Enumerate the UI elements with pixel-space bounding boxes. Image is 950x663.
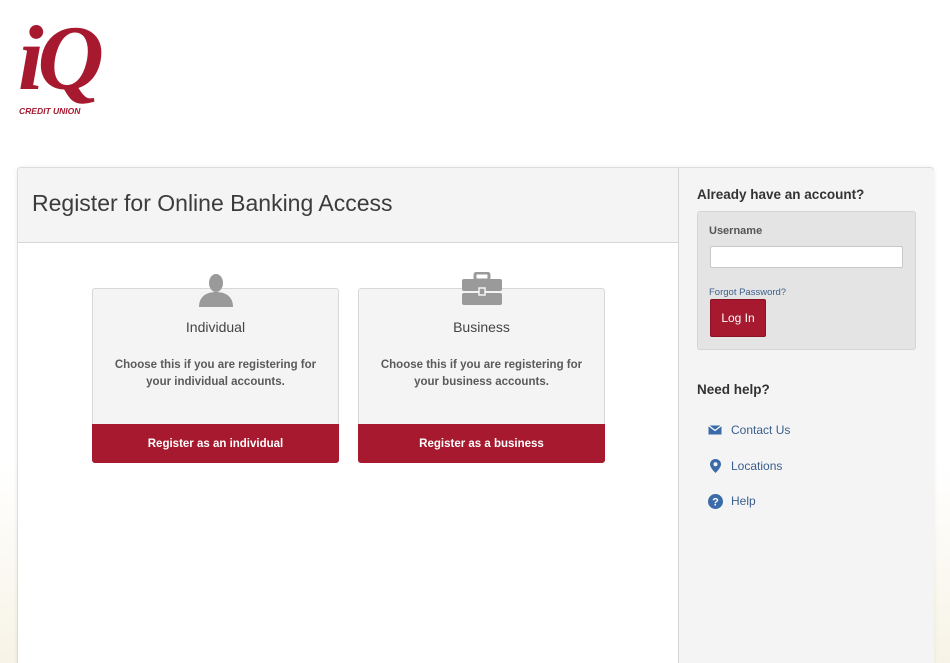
registration-header: Register for Online Banking Access <box>18 168 678 243</box>
register-business-button[interactable]: Register as a business <box>358 424 605 463</box>
locations-label: Locations <box>731 459 783 473</box>
help-link[interactable]: ? Help <box>707 493 756 509</box>
register-individual-button[interactable]: Register as an individual <box>92 424 339 463</box>
business-option-card: Business Choose this if you are register… <box>358 271 605 463</box>
login-button[interactable]: Log In <box>710 299 766 337</box>
briefcase-icon <box>461 271 503 311</box>
option-title: Business <box>453 319 510 335</box>
registration-main: Register for Online Banking Access Indiv… <box>18 168 678 663</box>
iq-credit-union-logo[interactable]: iQ CREDIT UNION <box>18 12 138 118</box>
option-title: Individual <box>185 319 246 335</box>
help-heading: Need help? <box>697 382 770 397</box>
forgot-password-link[interactable]: Forgot Password? <box>709 287 786 298</box>
help-label: Help <box>731 494 756 508</box>
contact-us-label: Contact Us <box>731 423 791 437</box>
person-icon <box>197 272 235 313</box>
contact-us-link[interactable]: Contact Us <box>707 422 790 438</box>
logo-mark: iQ <box>18 7 104 109</box>
map-pin-icon <box>707 458 723 474</box>
option-description: Choose this if you are registering for y… <box>114 359 317 388</box>
option-description: Choose this if you are registering for y… <box>380 359 583 388</box>
sidebar: Already have an account? Username Forgot… <box>678 168 934 663</box>
registration-card: Register for Online Banking Access Indiv… <box>17 167 934 663</box>
login-heading: Already have an account? <box>697 187 865 202</box>
username-label: Username <box>709 225 763 237</box>
question-circle-icon: ? <box>707 493 723 509</box>
locations-link[interactable]: Locations <box>707 458 782 474</box>
logo-subtext: CREDIT UNION <box>19 106 81 116</box>
username-input[interactable] <box>710 246 903 268</box>
individual-option-card: Individual Choose this if you are regist… <box>92 274 339 463</box>
page-title: Register for Online Banking Access <box>32 190 393 216</box>
svg-text:?: ? <box>712 496 719 508</box>
login-form: Username Forgot Password? Log In <box>697 211 916 350</box>
envelope-icon <box>707 422 723 438</box>
